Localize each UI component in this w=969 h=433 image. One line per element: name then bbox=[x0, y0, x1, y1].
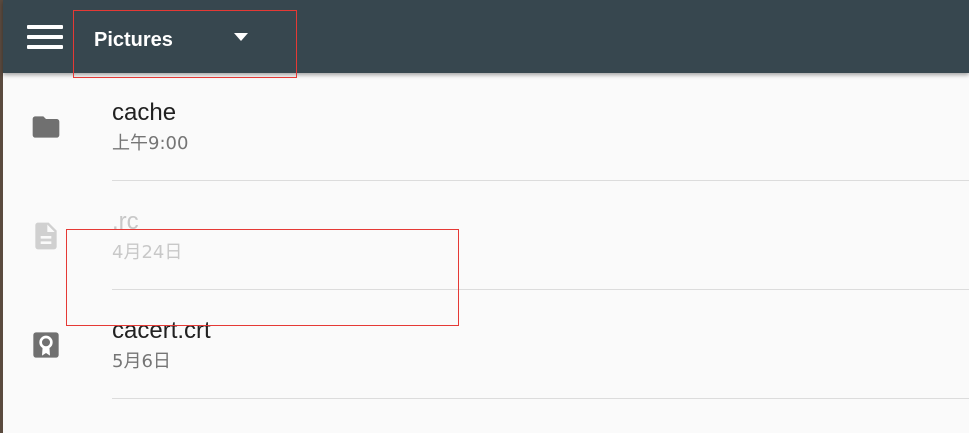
certificate-icon bbox=[33, 332, 59, 358]
toolbar: Pictures bbox=[3, 0, 969, 78]
menu-button[interactable] bbox=[22, 18, 68, 56]
directory-selector[interactable]: Pictures bbox=[73, 10, 297, 78]
directory-title: Pictures bbox=[94, 29, 173, 51]
file-date: 5月6日 bbox=[112, 351, 171, 372]
list-item-cache[interactable]: cache 上午9:00 bbox=[3, 73, 969, 181]
divider bbox=[112, 180, 969, 181]
file-picker-app: Pictures cache 上午9:00 .rc 4月24日 cacert.c… bbox=[3, 0, 969, 433]
divider bbox=[112, 398, 969, 399]
file-date: 上午9:00 bbox=[112, 133, 189, 154]
dropdown-arrow-icon bbox=[234, 33, 248, 41]
folder-icon bbox=[32, 116, 60, 138]
file-name: cache bbox=[112, 99, 177, 126]
document-icon bbox=[35, 222, 57, 250]
selection-highlight bbox=[66, 229, 459, 326]
